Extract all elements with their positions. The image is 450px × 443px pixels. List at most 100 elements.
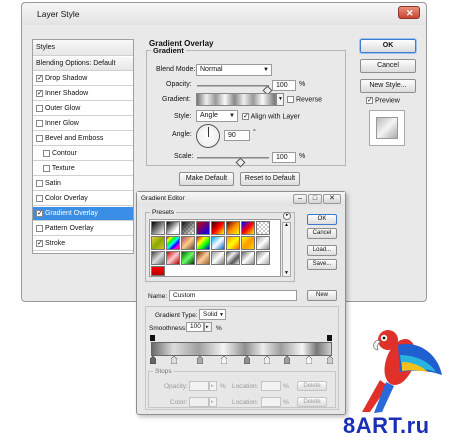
stop-location-input-1[interactable] <box>261 381 281 391</box>
color-stop[interactable] <box>171 356 177 364</box>
minimize-button[interactable]: – <box>293 194 307 204</box>
bevel-emboss-checkbox[interactable] <box>36 134 43 142</box>
preset-swatch[interactable] <box>241 236 255 250</box>
new-style-button[interactable]: New Style... <box>360 79 416 93</box>
preset-swatch[interactable] <box>151 251 165 265</box>
inner-shadow-checkbox[interactable]: ✓ <box>36 89 43 97</box>
reverse-option[interactable]: Reverse <box>287 96 322 103</box>
make-default-button[interactable]: Make Default <box>179 172 234 186</box>
opacity-stop-left[interactable] <box>150 335 155 341</box>
preset-swatch[interactable] <box>256 251 270 265</box>
stop-location-input-2[interactable] <box>261 397 281 407</box>
stop-color-swatch[interactable] <box>189 397 209 407</box>
align-with-layer-checkbox[interactable]: ✓ <box>242 113 249 120</box>
preset-swatch[interactable] <box>151 236 165 250</box>
gradient-overlay-checkbox[interactable]: ✓ <box>36 209 43 217</box>
load-button[interactable]: Load... <box>307 245 337 256</box>
drop-shadow-checkbox[interactable]: ✓ <box>36 74 43 82</box>
preset-swatch[interactable] <box>226 251 240 265</box>
gradient-bar[interactable] <box>151 342 332 356</box>
color-stop[interactable] <box>306 356 312 364</box>
sidebar-item-contour[interactable]: Contour <box>33 147 133 161</box>
name-input[interactable]: Custom <box>169 290 297 301</box>
editor-close-button[interactable]: ✕ <box>323 194 341 204</box>
cancel-button[interactable]: Cancel <box>360 59 416 73</box>
preset-swatch[interactable] <box>241 251 255 265</box>
editor-cancel-button[interactable]: Cancel <box>307 228 337 239</box>
color-overlay-checkbox[interactable] <box>36 194 43 202</box>
preset-swatch[interactable] <box>181 236 195 250</box>
delete-color-stop-button[interactable]: Delete <box>297 397 327 407</box>
save-button[interactable]: Save... <box>307 259 337 270</box>
stroke-checkbox[interactable]: ✓ <box>36 239 43 247</box>
blend-mode-select[interactable]: Normal ▼ <box>196 64 272 76</box>
smoothness-dropdown[interactable]: ▸ <box>204 322 212 332</box>
preset-swatch[interactable] <box>196 221 210 235</box>
satin-checkbox[interactable] <box>36 179 43 187</box>
preset-swatch[interactable] <box>211 236 225 250</box>
color-stop[interactable] <box>150 356 156 364</box>
reset-default-button[interactable]: Reset to Default <box>240 172 300 186</box>
close-button[interactable]: ✕ <box>398 6 420 19</box>
preset-swatch[interactable] <box>166 251 180 265</box>
editor-ok-button[interactable]: OK <box>307 214 337 225</box>
preset-swatch[interactable] <box>256 221 270 235</box>
preset-swatch[interactable] <box>226 236 240 250</box>
sidebar-styles[interactable]: Styles <box>33 40 133 56</box>
preset-swatch[interactable] <box>211 251 225 265</box>
color-stop[interactable] <box>284 356 290 364</box>
sidebar-item-inner-glow[interactable]: Inner Glow <box>33 117 133 131</box>
style-select[interactable]: Angle ▼ <box>196 110 238 122</box>
scale-input[interactable]: 100 <box>272 152 296 163</box>
color-stop[interactable] <box>221 356 227 364</box>
texture-checkbox[interactable] <box>43 164 50 172</box>
gradient-type-select[interactable]: Solid ▼ <box>199 309 226 320</box>
smoothness-input[interactable]: 100 <box>186 322 204 332</box>
preview-option[interactable]: ✓ Preview <box>366 97 400 104</box>
presets-scrollbar[interactable]: ▲ ▼ <box>282 222 291 277</box>
color-stop[interactable] <box>264 356 270 364</box>
sidebar-item-drop-shadow[interactable]: ✓ Drop Shadow <box>33 72 133 86</box>
angle-dial[interactable] <box>196 124 220 148</box>
sidebar-item-color-overlay[interactable]: Color Overlay <box>33 192 133 206</box>
preview-checkbox[interactable]: ✓ <box>366 97 373 104</box>
stop-opacity-dropdown[interactable]: ▸ <box>209 381 217 391</box>
inner-glow-checkbox[interactable] <box>36 119 43 127</box>
align-option[interactable]: ✓ Align with Layer <box>242 113 300 120</box>
opacity-input[interactable]: 100 <box>272 80 296 91</box>
preset-swatch[interactable] <box>196 251 210 265</box>
outer-glow-checkbox[interactable] <box>36 104 43 112</box>
opacity-stop-right[interactable] <box>327 335 332 341</box>
scale-slider[interactable] <box>197 157 269 159</box>
delete-opacity-stop-button[interactable]: Delete <box>297 381 327 391</box>
preset-swatch[interactable] <box>196 236 210 250</box>
preset-swatch[interactable] <box>241 221 255 235</box>
sidebar-item-pattern-overlay[interactable]: Pattern Overlay <box>33 222 133 236</box>
pattern-overlay-checkbox[interactable] <box>36 224 43 232</box>
sidebar-item-satin[interactable]: Satin <box>33 177 133 191</box>
reverse-checkbox[interactable] <box>287 96 294 103</box>
sidebar-item-stroke[interactable]: ✓ Stroke <box>33 237 133 251</box>
preset-swatch[interactable] <box>166 221 180 235</box>
color-stop[interactable] <box>244 356 250 364</box>
layer-style-titlebar[interactable] <box>22 3 426 25</box>
new-button[interactable]: New <box>307 290 337 301</box>
ok-button[interactable]: OK <box>360 39 416 53</box>
sidebar-item-outer-glow[interactable]: Outer Glow <box>33 102 133 116</box>
contour-checkbox[interactable] <box>43 149 50 157</box>
stop-opacity-input[interactable] <box>189 381 209 391</box>
presets-options-button[interactable]: ▸ <box>283 212 291 220</box>
preset-swatch[interactable] <box>181 221 195 235</box>
preset-swatch[interactable] <box>211 221 225 235</box>
sidebar-item-gradient-overlay[interactable]: ✓ Gradient Overlay <box>33 207 133 221</box>
preset-swatch[interactable] <box>256 236 270 250</box>
sidebar-item-bevel-emboss[interactable]: Bevel and Emboss <box>33 132 133 146</box>
sidebar-blending-options[interactable]: Blending Options: Default <box>33 57 133 71</box>
gradient-dropdown[interactable]: ▼ <box>276 93 284 106</box>
sidebar-item-inner-shadow[interactable]: ✓ Inner Shadow <box>33 87 133 101</box>
maximize-button[interactable]: □ <box>308 194 322 204</box>
preset-swatch[interactable] <box>181 251 195 265</box>
gradient-preview[interactable] <box>196 93 276 106</box>
opacity-slider[interactable] <box>197 85 269 87</box>
preset-swatch[interactable] <box>151 221 165 235</box>
